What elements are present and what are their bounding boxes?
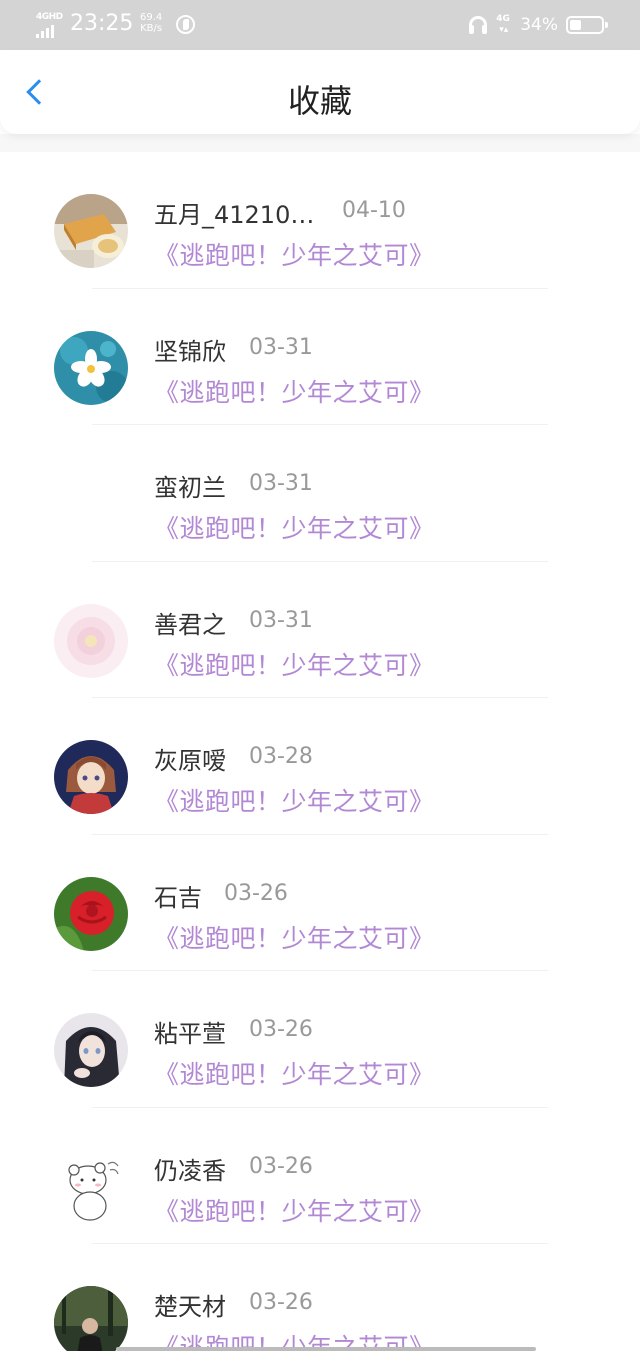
list-item[interactable]: 楚天材 03-26 《逃跑吧！少年之艾可》 — [0, 1244, 640, 1351]
list-item[interactable]: 坚锦欣 03-31 《逃跑吧！少年之艾可》 — [0, 289, 640, 425]
list-item[interactable]: 善君之 03-31 《逃跑吧！少年之艾可》 — [0, 562, 640, 698]
flower-on-water-icon[interactable] — [54, 330, 128, 405]
cartoon-bear-icon[interactable] — [54, 1149, 128, 1224]
cake-photo-icon[interactable] — [54, 194, 128, 268]
game-tag-link[interactable]: 《逃跑吧！少年之艾可》 — [154, 782, 435, 818]
network-type-label: 4GHD — [36, 12, 63, 22]
list-item[interactable]: 仍凌香 03-26 《逃跑吧！少年之艾可》 — [0, 1108, 640, 1244]
game-tag-link[interactable]: 《逃跑吧！少年之艾可》 — [154, 373, 435, 409]
speed-value: 69.4 — [140, 12, 163, 23]
user-name: 粘平萱 — [154, 1020, 226, 1048]
list-item[interactable]: 蛮初兰 03-31 《逃跑吧！少年之艾可》 — [0, 425, 640, 562]
favorite-date: 04-10 — [342, 198, 406, 223]
pink-flower-icon[interactable] — [54, 603, 128, 678]
favorite-date: 03-26 — [249, 1153, 313, 1179]
game-tag-link[interactable]: 《逃跑吧！少年之艾可》 — [154, 1192, 435, 1228]
game-tag-link[interactable]: 《逃跑吧！少年之艾可》 — [154, 236, 435, 272]
favorite-date: 03-26 — [224, 880, 288, 906]
network-speed: 69.4 KB/s — [140, 12, 162, 34]
favorite-date: 03-31 — [249, 607, 313, 633]
headset-icon — [468, 15, 488, 35]
anime-portrait-icon[interactable] — [54, 1013, 128, 1087]
list-item[interactable]: 灰原嗳 03-28 《逃跑吧！少年之艾可》 — [0, 698, 640, 835]
page-title: 收藏 — [287, 82, 352, 120]
game-tag-link[interactable]: 《逃跑吧！少年之艾可》 — [154, 919, 435, 955]
speed-unit: KB/s — [140, 23, 163, 34]
user-name: 蛮初兰 — [154, 474, 226, 502]
favorite-date: 03-31 — [249, 334, 313, 360]
user-name: 五月_41210… — [154, 201, 315, 229]
user-name: 仍凌香 — [154, 1156, 226, 1185]
game-tag-link[interactable]: 《逃跑吧！少年之艾可》 — [154, 646, 435, 682]
person-photo-icon[interactable] — [54, 1286, 128, 1351]
globe-icon — [176, 15, 195, 34]
network-signal-icon: 4GHD — [36, 12, 64, 38]
favorite-date: 03-26 — [249, 1017, 313, 1042]
game-tag-link[interactable]: 《逃跑吧！少年之艾可》 — [154, 1055, 435, 1091]
favorite-date: 03-26 — [249, 1290, 313, 1315]
red-rose-icon[interactable] — [54, 876, 128, 951]
user-name: 灰原嗳 — [154, 747, 226, 775]
list-item[interactable]: 石吉 03-26 《逃跑吧！少年之艾可》 — [0, 835, 640, 971]
favorite-date: 03-28 — [249, 744, 313, 769]
blank-avatar[interactable] — [54, 467, 128, 541]
user-name: 善君之 — [154, 610, 226, 639]
battery-icon — [566, 16, 608, 34]
anime-girl-icon[interactable] — [54, 740, 128, 814]
user-name: 坚锦欣 — [154, 337, 226, 366]
list-item[interactable]: 粘平萱 03-26 《逃跑吧！少年之艾可》 — [0, 971, 640, 1108]
mobile-data-icon: 4G ▾▴ — [496, 14, 510, 35]
status-time: 23:25 — [70, 11, 134, 36]
user-name: 石吉 — [154, 883, 202, 912]
list-item[interactable]: 五月_41210… 04-10 《逃跑吧！少年之艾可》 — [0, 152, 640, 289]
battery-percent: 34% — [520, 15, 558, 35]
header-separator — [0, 134, 640, 152]
nav-bar: 收藏 — [0, 50, 640, 134]
game-tag-link[interactable]: 《逃跑吧！少年之艾可》 — [154, 509, 435, 545]
home-indicator[interactable] — [116, 1347, 536, 1351]
favorite-date: 03-31 — [249, 471, 313, 496]
status-bar: 4GHD 23:25 69.4 KB/s 4G ▾▴ 34% — [0, 0, 640, 50]
favorites-list: 五月_41210… 04-10 《逃跑吧！少年之艾可》 坚锦欣 03-31 《逃… — [0, 152, 640, 1351]
user-name: 楚天材 — [154, 1293, 226, 1321]
